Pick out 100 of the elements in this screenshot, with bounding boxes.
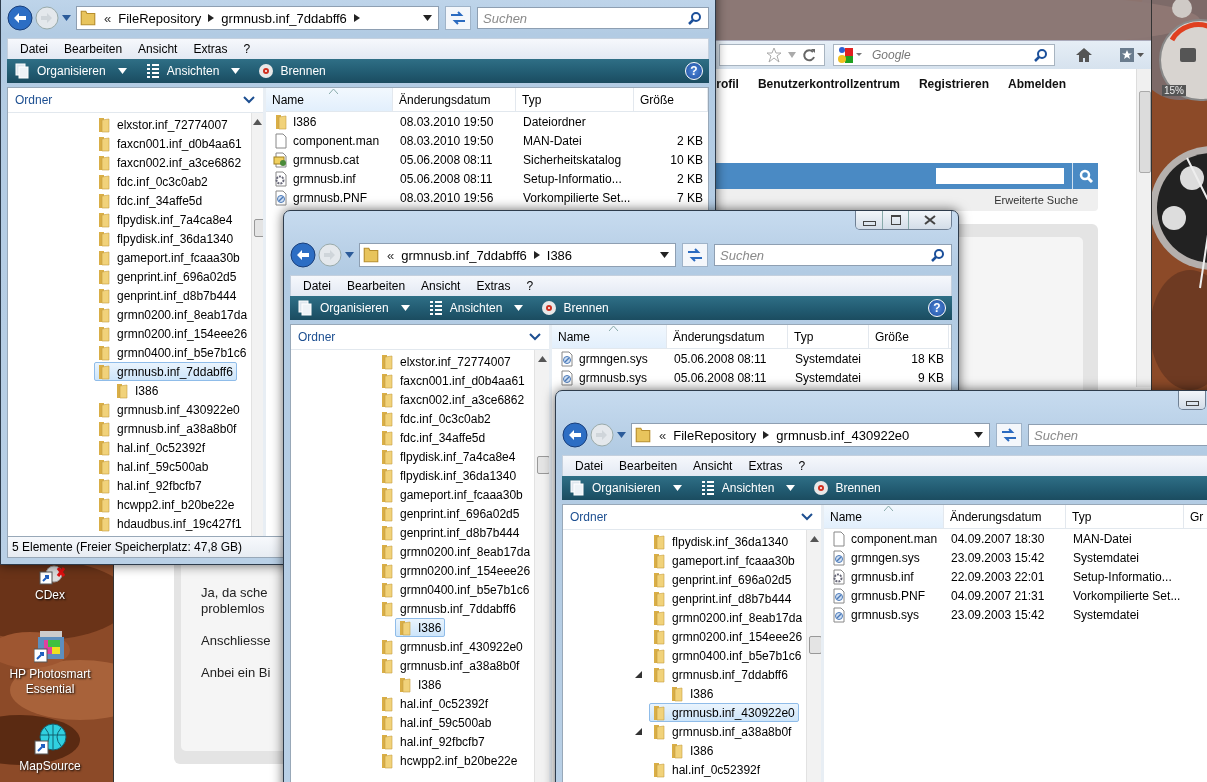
tree-item[interactable]: hal.inf_59c500ab (377, 713, 496, 732)
tree-item[interactable]: grmnusb.inf_7ddabff6 (94, 362, 237, 381)
column-header[interactable]: Typ (788, 325, 869, 348)
tree-item[interactable]: elxstor.inf_72774007 (377, 352, 515, 371)
breadcrumb[interactable]: FileRepository (118, 10, 202, 26)
tree-item[interactable]: grmnusb.inf_7ddabff6 (649, 665, 792, 684)
breadcrumb[interactable]: grmnusb.inf_7ddabff6 (221, 10, 347, 26)
file-row[interactable]: grmnusb.inf 22.09.2003 22:01 Setup-Informatio... (824, 567, 1207, 586)
web-search-field[interactable]: Google (833, 44, 1055, 66)
burn-button[interactable]: Brennen (811, 480, 883, 496)
tree-item[interactable]: faxcn001.inf_d0b4aa61 (377, 371, 529, 390)
column-header[interactable]: Name (824, 505, 944, 528)
views-button[interactable]: Ansichten (425, 300, 526, 316)
tree-item[interactable]: I386 (395, 675, 446, 694)
views-button[interactable]: Ansichten (142, 63, 243, 79)
menu-item[interactable]: Extras (185, 42, 236, 56)
tree-item[interactable]: genprint.inf_696a02d5 (377, 504, 524, 523)
breadcrumb[interactable]: grmnusb.inf_430922e0 (776, 427, 910, 443)
tree-item[interactable]: fdc.inf_0c3c0ab2 (94, 172, 212, 191)
tree-item[interactable]: grmn0200.inf_8eab17da (94, 305, 252, 324)
tree-item[interactable]: grmn0200.inf_154eee26 (94, 324, 252, 343)
tree-item[interactable]: hdaudbus.inf_19c427f1 (94, 514, 246, 533)
column-header[interactable]: Typ (516, 88, 634, 111)
organize-button[interactable]: Organisieren (568, 480, 684, 496)
tree-item[interactable]: gameport.inf_fcaaa30b (377, 485, 527, 504)
menu-item[interactable]: Datei (12, 42, 56, 56)
desktop-icon-label[interactable]: MapSource (2, 759, 98, 774)
tree-item[interactable]: genprint.inf_696a02d5 (94, 267, 241, 286)
search-field[interactable]: Suchen (714, 244, 952, 266)
tree-item[interactable]: hcwpp2.inf_b20be22e (377, 751, 522, 770)
file-row[interactable]: grmnusb.inf 05.06.2008 08:11 Setup-Informatio... 2 KB (266, 169, 708, 188)
nav-link[interactable]: Registrieren (918, 77, 989, 91)
menu-item[interactable]: ? (790, 459, 814, 473)
help-button[interactable]: ? (685, 62, 703, 80)
burn-button[interactable]: Brennen (539, 300, 611, 316)
column-header[interactable]: Name (266, 88, 393, 111)
overflow-chevron[interactable]: « (104, 10, 112, 26)
tree-item[interactable]: grmn0400.inf_b5e7b1c6 (377, 580, 534, 599)
tree-item[interactable]: fdc.inf_0c3c0ab2 (377, 409, 495, 428)
nav-link[interactable]: rofil (716, 77, 739, 91)
overflow-chevron[interactable]: « (387, 247, 395, 263)
tree-item[interactable]: grmnusb.inf_7ddabff6 (377, 599, 520, 618)
file-row[interactable]: grmnusb.sys 23.09.2003 15:42 Systemdatei (824, 605, 1207, 624)
desktop-icon-label[interactable]: HP Photosmart Essential (2, 667, 98, 697)
tree-item[interactable]: grmnusb.inf_a38a8b0f (94, 419, 241, 438)
address-bar[interactable]: « FileRepository grmnusb.inf_430922e0 (631, 423, 990, 447)
menu-item[interactable]: Ansicht (413, 279, 469, 293)
menu-item[interactable]: Bearbeiten (56, 42, 131, 56)
views-button[interactable]: Ansichten (697, 480, 798, 496)
column-header[interactable]: Größe (869, 325, 949, 348)
menu-item[interactable]: Extras (740, 459, 791, 473)
help-button[interactable]: ? (928, 299, 946, 317)
tree-item[interactable]: flpydisk.inf_7a4ca8e4 (94, 210, 237, 229)
tree-item[interactable]: gameport.inf_fcaaa30b (94, 248, 244, 267)
tree-item[interactable]: hcwpp2.inf_b20be22e (94, 495, 239, 514)
tree-item[interactable]: hal.inf_59c500ab (94, 457, 213, 476)
organize-button[interactable]: Organisieren (13, 63, 129, 79)
menu-item[interactable]: Datei (567, 459, 611, 473)
file-row[interactable]: grmnusb.PNF 04.09.2007 21:31 Vorkompilierte Set... (824, 586, 1207, 605)
file-row[interactable]: grmngen.sys 23.09.2003 15:42 Systemdatei (824, 548, 1207, 567)
menu-item[interactable]: Ansicht (685, 459, 741, 473)
search-field[interactable]: Suchen (1028, 424, 1207, 446)
column-header[interactable]: Gr (1184, 505, 1207, 528)
tree-item[interactable]: grmn0200.inf_154eee26 (649, 627, 807, 646)
file-row[interactable]: grmnusb.sys 05.06.2008 08:11 Systemdatei 9 KB (552, 368, 951, 387)
search-field[interactable]: Suchen (477, 7, 709, 29)
file-row[interactable]: grmngen.sys 05.06.2008 08:11 Systemdatei 18 KB (552, 349, 951, 368)
menu-item[interactable]: Bearbeiten (611, 459, 686, 473)
tree-item[interactable]: elxstor.inf_72774007 (94, 115, 232, 134)
menu-item[interactable]: Datei (295, 279, 339, 293)
tree-item[interactable]: hal.inf_0c52392f (377, 694, 493, 713)
tree-item[interactable]: faxcn002.inf_a3ce6862 (94, 153, 246, 172)
tree-item[interactable]: I386 (395, 618, 446, 637)
column-header[interactable]: Typ (1066, 505, 1184, 528)
tree-item[interactable]: grmn0400.inf_b5e7b1c6 (94, 343, 251, 362)
tree-item[interactable]: faxcn002.inf_a3ce6862 (377, 390, 529, 409)
menu-item[interactable]: ? (235, 42, 259, 56)
burn-button[interactable]: Brennen (256, 63, 328, 79)
tree-item[interactable]: flpydisk.inf_36da1340 (377, 466, 521, 485)
tree-item[interactable]: I386 (667, 684, 718, 703)
file-row[interactable]: component.man 04.09.2007 18:30 MAN-Datei (824, 529, 1207, 548)
tree-item[interactable]: grmn0200.inf_154eee26 (377, 561, 535, 580)
tree-item[interactable]: flpydisk.inf_7a4ca8e4 (377, 447, 520, 466)
tree-item[interactable]: hal.inf_0c52392f (649, 760, 765, 779)
overflow-chevron[interactable]: « (659, 427, 667, 443)
breadcrumb[interactable]: FileRepository (673, 427, 757, 443)
menu-item[interactable]: Extras (468, 279, 519, 293)
breadcrumb[interactable]: I386 (546, 247, 573, 263)
column-header[interactable]: Änderungsdatum (667, 325, 788, 348)
tree-item[interactable]: faxcn001.inf_d0b4aa61 (94, 134, 246, 153)
tree-item[interactable]: grmnusb.inf_a38a8b0f (377, 656, 524, 675)
column-header[interactable]: Änderungsdatum (944, 505, 1066, 528)
tree-item[interactable]: genprint.inf_696a02d5 (649, 570, 796, 589)
nav-link[interactable]: Benutzerkontrollzentrum (757, 77, 900, 91)
tree-item[interactable]: I386 (667, 741, 718, 760)
tree-item[interactable]: I386 (112, 381, 163, 400)
tree-item[interactable]: hal.inf_0c52392f (94, 438, 210, 457)
tree-item[interactable]: grmn0200.inf_8eab17da (377, 542, 535, 561)
address-bar[interactable]: « FileRepository grmnusb.inf_7ddabff6 (76, 6, 439, 30)
menu-item[interactable]: Ansicht (130, 42, 186, 56)
